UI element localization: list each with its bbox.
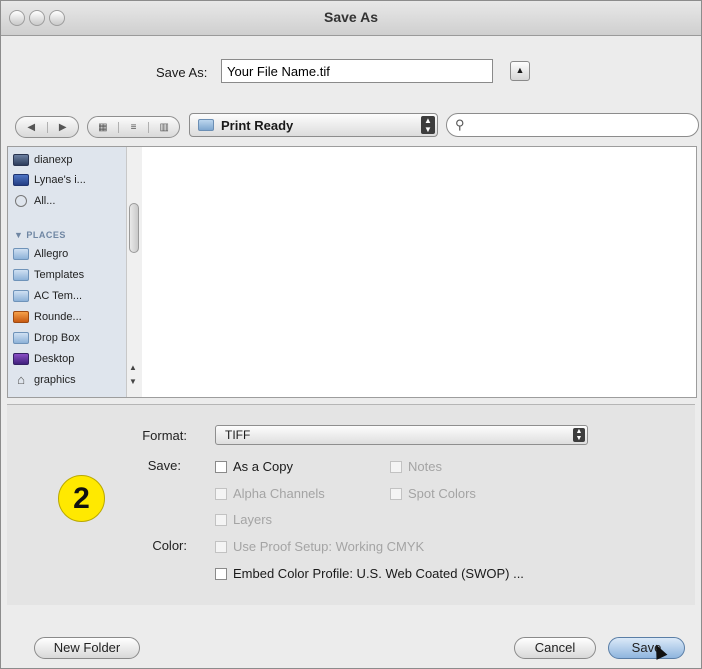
sidebar-item-label: graphics [34, 373, 76, 386]
file-browser: dianexp Lynae's i... All... ▼ PLACES All… [7, 146, 697, 398]
application-icon [13, 310, 29, 323]
use-proof-setup-checkbox[interactable]: Use Proof Setup: Working CMYK [215, 539, 424, 554]
checkbox-box[interactable] [390, 460, 402, 473]
checkbox-label: Notes [408, 459, 442, 474]
sidebar-item-desktop[interactable]: Desktop [13, 350, 74, 367]
network-icon [15, 194, 27, 207]
sidebar-item-label: Rounde... [34, 310, 82, 323]
save-as-dialog: Save As Save As: ▲ ◀ ▶ ▦ ≡ ▥ Print Ready… [0, 0, 702, 669]
save-as-label: Save As: [156, 65, 208, 80]
checkbox-label: Use Proof Setup: Working CMYK [233, 539, 425, 554]
spot-colors-checkbox[interactable]: Spot Colors [390, 486, 476, 501]
checkbox-label: Embed Color Profile: U.S. Web Coated (SW… [233, 566, 524, 581]
save-button[interactable]: Save [608, 637, 685, 659]
layers-checkbox[interactable]: Layers [215, 512, 272, 527]
desktop-icon [13, 352, 29, 365]
back-arrow-icon[interactable]: ◀ [16, 121, 48, 133]
folder-icon [198, 119, 214, 131]
checkbox-box[interactable] [390, 487, 402, 500]
checkbox-label: Alpha Channels [233, 486, 325, 501]
notes-checkbox[interactable]: Notes [390, 459, 442, 474]
sidebar-item-label: Lynae's i... [34, 173, 86, 186]
sidebar-item-label: All... [34, 194, 56, 207]
sidebar-item-lynaes[interactable]: Lynae's i... [13, 171, 86, 188]
folder-icon [13, 289, 29, 302]
sidebar-item-ac-tem[interactable]: AC Tem... [13, 287, 82, 304]
sidebar-item-label: dianexp [34, 153, 73, 166]
cancel-button[interactable]: Cancel [514, 637, 596, 659]
alpha-channels-checkbox[interactable]: Alpha Channels [215, 486, 325, 501]
title-bar: Save As [1, 1, 701, 36]
checkbox-label: As a Copy [233, 459, 293, 474]
sidebar-scrollbar[interactable]: ▲ ▼ [126, 147, 142, 397]
filename-input[interactable] [221, 59, 493, 83]
back-forward-control[interactable]: ◀ ▶ [15, 116, 79, 138]
computer-icon [13, 173, 29, 186]
location-popup[interactable]: Print Ready ▲ ▼ [189, 113, 438, 137]
popup-arrows-icon: ▲ ▼ [573, 428, 585, 442]
list-view-icon[interactable]: ≡ [119, 121, 150, 133]
sidebar-item-dianexp[interactable]: dianexp [13, 151, 73, 168]
window-title: Save As [324, 9, 378, 25]
sidebar-item-rounde[interactable]: Rounde... [13, 308, 82, 325]
column-view-icon[interactable]: ▥ [149, 122, 179, 133]
sidebar-item-allegro[interactable]: Allegro [13, 245, 68, 262]
embed-color-profile-checkbox[interactable]: Embed Color Profile: U.S. Web Coated (SW… [215, 566, 524, 581]
expand-dialog-button[interactable]: ▲ [510, 61, 530, 81]
sidebar-item-label: Drop Box [34, 331, 80, 344]
checkbox-box[interactable] [215, 540, 227, 553]
folder-icon [13, 268, 29, 281]
view-mode-control[interactable]: ▦ ≡ ▥ [87, 116, 180, 138]
popup-arrows-icon: ▲ ▼ [421, 116, 435, 134]
checkbox-label: Layers [233, 512, 273, 527]
search-field[interactable]: ⚲ [446, 113, 699, 137]
folder-icon [13, 331, 29, 344]
folder-icon [13, 247, 29, 260]
new-folder-button[interactable]: New Folder [34, 637, 140, 659]
places-header: ▼ PLACES [14, 230, 66, 240]
checkbox-label: Spot Colors [408, 486, 476, 501]
save-options-label: Save: [147, 458, 181, 473]
sidebar-item-label: AC Tem... [34, 289, 83, 302]
format-label: Format: [142, 428, 187, 443]
checkbox-box[interactable] [215, 487, 227, 500]
sidebar-item-templates[interactable]: Templates [13, 266, 84, 283]
file-list-area[interactable] [142, 147, 696, 397]
scroll-down-arrow-icon[interactable]: ▼ [129, 377, 137, 386]
location-label: Print Ready [221, 118, 294, 133]
step-number-badge: 2 [58, 475, 105, 522]
home-icon: ⌂ [17, 371, 25, 387]
sidebar-item-all[interactable]: All... [13, 192, 55, 209]
color-options-label: Color: [152, 538, 187, 553]
sidebar-item-label: Allegro [34, 247, 69, 260]
checkbox-box[interactable] [215, 567, 227, 580]
icon-view-icon[interactable]: ▦ [88, 121, 119, 133]
forward-arrow-icon[interactable]: ▶ [48, 122, 79, 133]
sidebar-item-label: Desktop [34, 352, 75, 365]
sidebar: dianexp Lynae's i... All... ▼ PLACES All… [8, 147, 126, 397]
sidebar-item-label: Templates [34, 268, 85, 281]
as-a-copy-checkbox[interactable]: As a Copy [215, 459, 293, 474]
scroll-up-arrow-icon[interactable]: ▲ [129, 363, 137, 372]
format-popup[interactable]: TIFF ▲ ▼ [215, 425, 588, 445]
checkbox-box[interactable] [215, 460, 227, 473]
sidebar-item-graphics[interactable]: ⌂ graphics [13, 371, 76, 388]
computer-icon [13, 153, 29, 166]
scrollbar-thumb[interactable] [129, 203, 139, 253]
format-value: TIFF [225, 428, 251, 442]
checkbox-box[interactable] [215, 513, 227, 526]
search-icon: ⚲ [455, 117, 465, 132]
sidebar-item-drop-box[interactable]: Drop Box [13, 329, 80, 346]
